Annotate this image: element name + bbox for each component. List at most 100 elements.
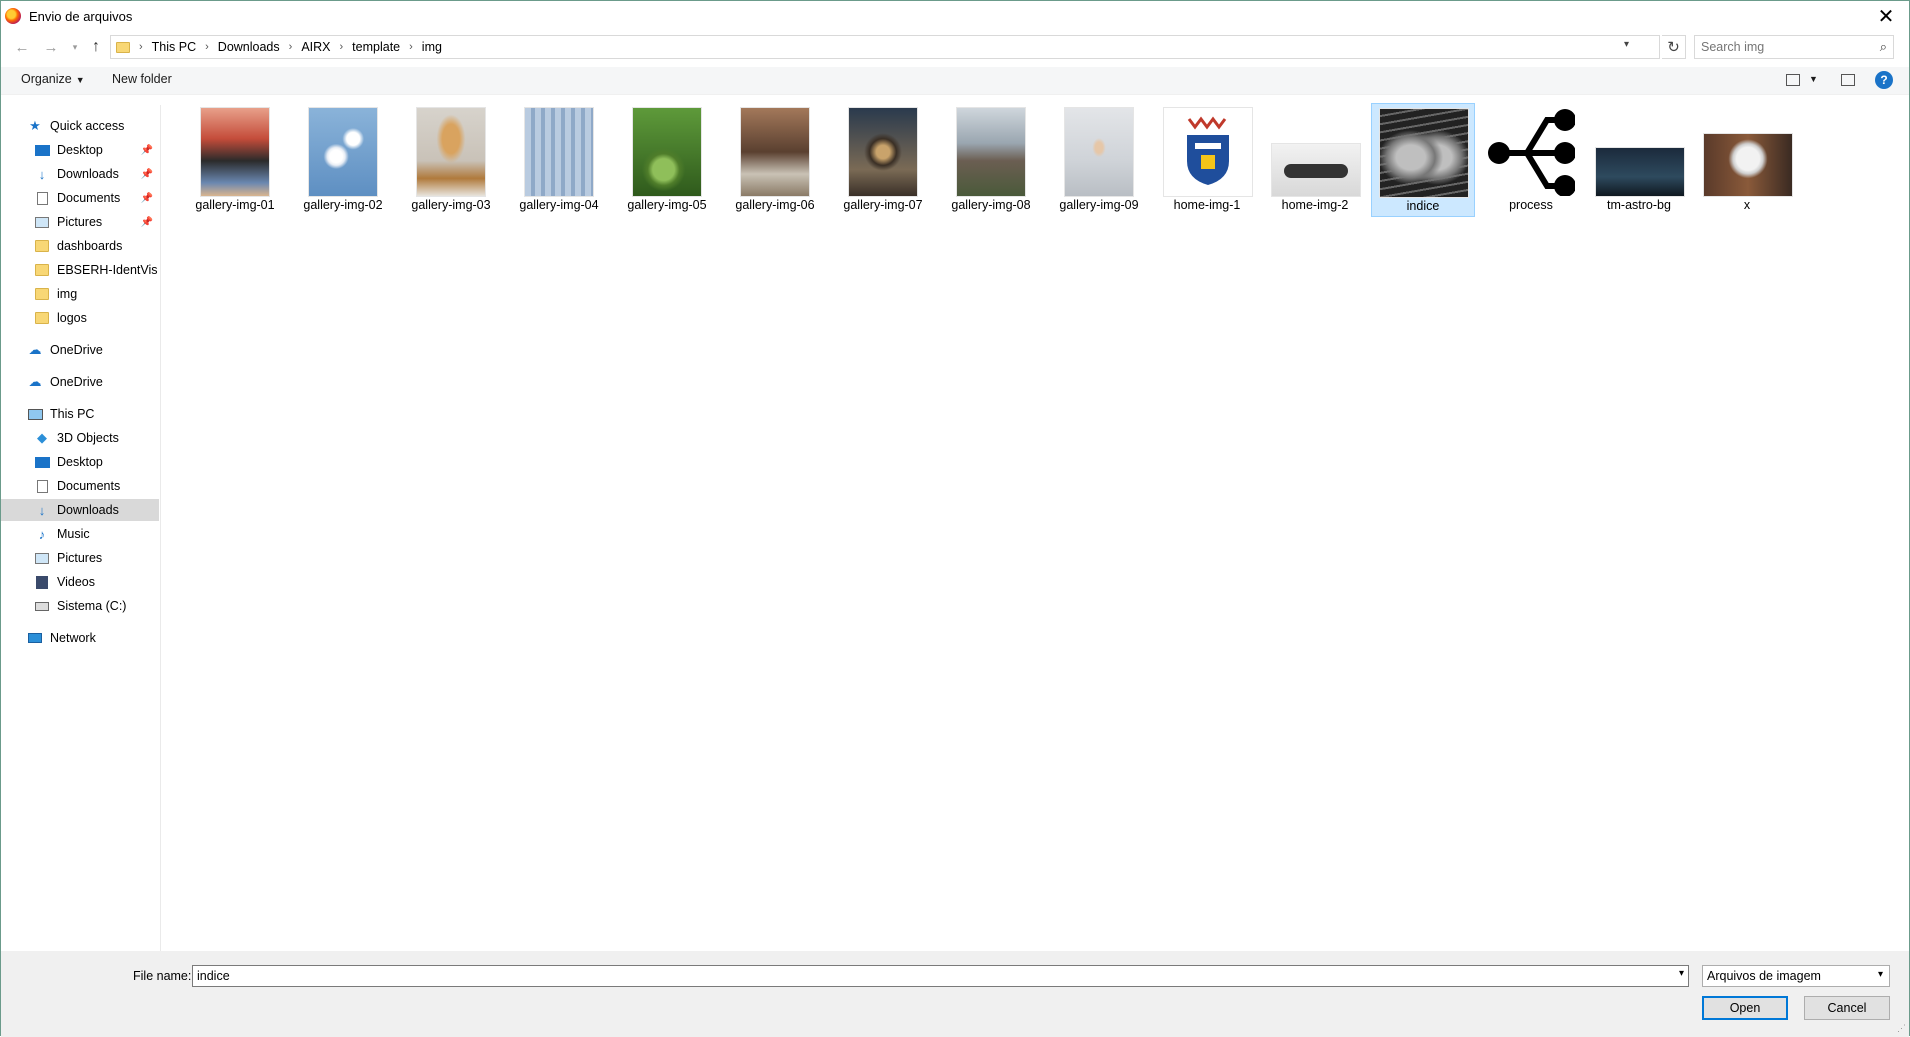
sidebar-item-music[interactable]: ♪ Music xyxy=(1,523,159,545)
sidebar-item-sistema[interactable]: Sistema (C:) xyxy=(1,595,159,617)
arrow-left-icon: ← xyxy=(14,38,30,56)
sidebar-item-logos[interactable]: logos xyxy=(1,307,159,329)
navigation-bar: ← → ▾ ↑ › This PC › Downloads › AIRX › t… xyxy=(1,35,1909,61)
close-button[interactable]: ✕ xyxy=(1863,1,1909,31)
sidebar-item-label: Sistema (C:) xyxy=(57,599,127,613)
file-item[interactable]: gallery-img-04 xyxy=(507,103,611,217)
folder-icon xyxy=(34,263,50,277)
sidebar-item-3d-objects[interactable]: ◆ 3D Objects xyxy=(1,427,159,449)
file-item[interactable]: home-img-1 xyxy=(1155,103,1259,217)
breadcrumb-downloads[interactable]: Downloads xyxy=(218,40,280,54)
help-icon[interactable]: ? xyxy=(1875,71,1893,89)
file-type-select[interactable]: Arquivos de imagem ▾ xyxy=(1702,965,1890,987)
file-item[interactable]: gallery-img-08 xyxy=(939,103,1043,217)
image-thumbnail xyxy=(524,107,594,197)
sidebar-item-pc-documents[interactable]: Documents xyxy=(1,475,159,497)
folder-icon xyxy=(34,311,50,325)
sidebar-item-documents[interactable]: Documents 📌 xyxy=(1,187,159,209)
sidebar-item-label: logos xyxy=(57,311,87,325)
sidebar-item-img[interactable]: img xyxy=(1,283,159,305)
breadcrumb-this-pc[interactable]: This PC xyxy=(152,40,196,54)
sidebar-item-pc-downloads[interactable]: ↓ Downloads xyxy=(1,499,159,521)
image-thumbnail xyxy=(1271,143,1361,197)
resize-grip-icon[interactable]: ⋰ xyxy=(1897,1023,1906,1034)
file-item[interactable]: indice xyxy=(1371,103,1475,217)
sidebar-item-label: Downloads xyxy=(57,167,119,181)
view-dropdown-icon[interactable]: ▼ xyxy=(1809,74,1818,84)
music-icon: ♪ xyxy=(38,526,46,542)
file-name: gallery-img-09 xyxy=(1059,198,1139,212)
file-name: gallery-img-04 xyxy=(519,198,599,212)
preview-pane-icon[interactable] xyxy=(1841,74,1855,86)
crest-logo-thumbnail xyxy=(1163,107,1253,197)
forward-button[interactable]: → xyxy=(39,35,63,59)
navigation-pane: ★ Quick access Desktop 📌 ↓ Downloads 📌 D… xyxy=(1,105,161,951)
sidebar-item-dashboards[interactable]: dashboards xyxy=(1,235,159,257)
sidebar-item-downloads[interactable]: ↓ Downloads 📌 xyxy=(1,163,159,185)
address-dropdown-icon[interactable]: ▾ xyxy=(1624,39,1629,50)
new-folder-button[interactable]: New folder xyxy=(112,72,172,86)
open-button[interactable]: Open xyxy=(1702,996,1788,1020)
file-item[interactable]: gallery-img-01 xyxy=(183,103,287,217)
file-item[interactable]: gallery-img-09 xyxy=(1047,103,1151,217)
file-item[interactable]: home-img-2 xyxy=(1263,103,1367,217)
document-icon xyxy=(34,479,50,493)
sidebar-item-network[interactable]: Network xyxy=(1,627,159,649)
sidebar-item-this-pc[interactable]: This PC xyxy=(1,403,159,425)
sidebar-item-pictures[interactable]: Pictures 📌 xyxy=(1,211,159,233)
file-name: process xyxy=(1509,198,1553,212)
sidebar-item-onedrive-2[interactable]: ☁ OneDrive xyxy=(1,371,159,393)
file-item[interactable]: gallery-img-02 xyxy=(291,103,395,217)
file-item[interactable]: gallery-img-06 xyxy=(723,103,827,217)
file-item[interactable]: gallery-img-03 xyxy=(399,103,503,217)
view-options-icon[interactable] xyxy=(1786,74,1800,86)
search-input[interactable] xyxy=(1701,40,1861,54)
sidebar-item-pc-desktop[interactable]: Desktop xyxy=(1,451,159,473)
close-icon: ✕ xyxy=(1877,5,1895,28)
document-icon xyxy=(34,191,50,205)
pin-icon: 📌 xyxy=(140,192,153,204)
download-icon: ↓ xyxy=(38,502,46,518)
chevron-right-icon: › xyxy=(139,41,143,53)
file-dialog: Envio de arquivos ✕ ← → ▾ ↑ › This PC › … xyxy=(0,0,1910,1037)
cloud-icon: ☁ xyxy=(28,342,42,357)
sidebar-item-videos[interactable]: Videos xyxy=(1,571,159,593)
address-bar[interactable]: › This PC › Downloads › AIRX › template … xyxy=(110,35,1660,59)
image-thumbnail xyxy=(956,107,1026,197)
sidebar-item-quick-access[interactable]: ★ Quick access xyxy=(1,115,159,137)
network-icon xyxy=(27,631,43,645)
file-name-input[interactable] xyxy=(197,969,1637,983)
shield-icon xyxy=(1187,116,1229,185)
computer-icon xyxy=(27,407,43,421)
organize-button[interactable]: Organize ▼ xyxy=(21,72,85,86)
file-item[interactable]: tm-astro-bg xyxy=(1587,103,1691,217)
file-item[interactable]: gallery-img-07 xyxy=(831,103,935,217)
breadcrumb-template[interactable]: template xyxy=(352,40,400,54)
breadcrumb-airx[interactable]: AIRX xyxy=(301,40,330,54)
up-button[interactable]: ↑ xyxy=(84,35,108,59)
file-item[interactable]: gallery-img-05 xyxy=(615,103,719,217)
pin-icon: 📌 xyxy=(140,168,153,180)
sidebar-item-pc-pictures[interactable]: Pictures xyxy=(1,547,159,569)
folder-icon xyxy=(116,41,130,53)
back-button[interactable]: ← xyxy=(10,35,34,59)
cancel-button[interactable]: Cancel xyxy=(1804,996,1890,1020)
chevron-down-icon: ▾ xyxy=(72,41,78,52)
desktop-icon xyxy=(34,455,50,469)
file-name: gallery-img-03 xyxy=(411,198,491,212)
sidebar-item-desktop[interactable]: Desktop 📌 xyxy=(1,139,159,161)
sidebar-item-onedrive-1[interactable]: ☁ OneDrive xyxy=(1,339,159,361)
sidebar-item-label: OneDrive xyxy=(50,343,103,357)
breadcrumb-img[interactable]: img xyxy=(422,40,442,54)
sidebar-item-label: Desktop xyxy=(57,455,103,469)
file-name-field[interactable]: ▾ xyxy=(192,965,1689,987)
sidebar-item-ebserh[interactable]: EBSERH-IdentVis xyxy=(1,259,159,281)
refresh-button[interactable]: ↻ xyxy=(1662,35,1686,59)
file-item[interactable]: process xyxy=(1479,103,1583,217)
chevron-right-icon: › xyxy=(339,41,344,53)
file-name: gallery-img-02 xyxy=(303,198,383,212)
chevron-down-icon[interactable]: ▾ xyxy=(1679,968,1684,979)
sidebar-item-label: EBSERH-IdentVis xyxy=(57,263,158,277)
file-item[interactable]: x xyxy=(1695,103,1799,217)
search-box[interactable]: ⌕ xyxy=(1694,35,1894,59)
